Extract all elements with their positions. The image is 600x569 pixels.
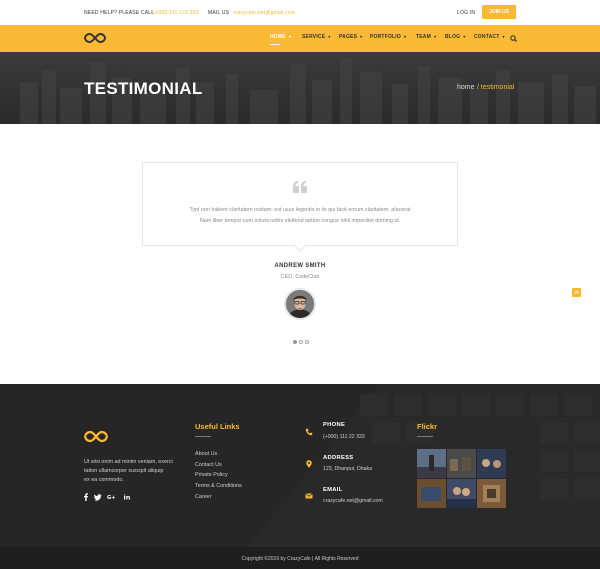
- nav-team[interactable]: TEAM ▾: [416, 34, 436, 40]
- nav-service[interactable]: SERVICE ▾: [302, 34, 330, 40]
- scroll-to-top-button[interactable]: [572, 288, 581, 297]
- nav-home[interactable]: HOME ▾: [270, 34, 291, 40]
- avatar: [284, 288, 316, 320]
- flickr-photo[interactable]: [417, 479, 446, 508]
- page-title: TESTIMONIAL: [84, 79, 203, 98]
- person-portrait-icon: [286, 290, 314, 318]
- chevron-down-icon: ▾: [288, 34, 292, 39]
- mail-label: MAIL US: [208, 10, 230, 16]
- nav-portfolio[interactable]: PORTFOLIO ▾: [370, 34, 406, 40]
- contact-address-title: ADDRESS: [323, 455, 354, 461]
- help-label: NEED HELP? PLEASE CALL: [84, 10, 155, 16]
- testimonial-card: [142, 162, 458, 246]
- google-plus-icon[interactable]: G+: [107, 493, 115, 501]
- chevron-down-icon: ▾: [360, 34, 363, 39]
- twitter-icon[interactable]: [94, 493, 102, 501]
- chevron-down-icon: ▾: [463, 34, 466, 39]
- flickr-gallery: [417, 449, 507, 509]
- phone-link[interactable]: (+000) 111 222 333: [152, 10, 199, 16]
- testimonial-quote-line-2: Nam liber tempor cum soluta nobis eleife…: [199, 218, 401, 224]
- footer-about-line-3: ex ea commodo.: [84, 477, 124, 483]
- chevron-down-icon: ▾: [433, 34, 437, 39]
- footer-about-line-2: tation ullamcorper suscipit aliquip: [84, 468, 164, 474]
- search-icon[interactable]: [510, 35, 517, 42]
- svg-text:G+: G+: [107, 495, 115, 501]
- contact-phone-value: (+000) 111 22 333: [323, 434, 365, 440]
- testimonial-author-role: CEO, CodeClub: [280, 274, 320, 280]
- flickr-photo[interactable]: [417, 449, 446, 478]
- useful-links-divider: [195, 436, 211, 437]
- footer-link-about-us[interactable]: About Us: [195, 451, 217, 457]
- flickr-photo[interactable]: [447, 479, 476, 508]
- phone-icon: [305, 428, 313, 436]
- flickr-heading: Flickr: [417, 422, 438, 431]
- footer-link-career[interactable]: Career: [195, 494, 211, 500]
- slider-dot-1[interactable]: [293, 340, 297, 344]
- map-pin-icon: [306, 460, 312, 468]
- top-info-bar: NEED HELP? PLEASE CALL (+000) 111 222 33…: [0, 0, 600, 25]
- nav-pages[interactable]: PAGES ▾: [339, 34, 362, 40]
- footer-about-line-1: Ut wisi enim ad minim veniam, exerci: [84, 459, 173, 465]
- contact-phone-title: PHONE: [323, 422, 346, 428]
- login-link[interactable]: LOG IN: [457, 10, 475, 16]
- chevron-down-icon: ▾: [328, 34, 331, 39]
- envelope-icon: [305, 493, 313, 499]
- footer-link-terms[interactable]: Terms & Conditions: [195, 483, 242, 489]
- testimonial-author-name: ANDREW SMITH: [274, 263, 326, 269]
- quote-icon: [293, 181, 307, 193]
- svg-text:in: in: [124, 494, 131, 502]
- contact-address-value: 123, Dhanpur, Dhaka: [323, 466, 373, 472]
- flickr-photo[interactable]: [447, 449, 476, 478]
- infinity-logo-icon[interactable]: [84, 32, 106, 44]
- linkedin-icon[interactable]: in: [123, 493, 131, 502]
- contact-email-title: EMAIL: [323, 487, 343, 493]
- useful-links-heading: Useful Links: [195, 422, 240, 431]
- flickr-photo[interactable]: [477, 479, 506, 508]
- contact-email-value: crazycafe.net@gmail.com: [323, 498, 383, 504]
- chevron-down-icon: ▾: [502, 34, 505, 39]
- flickr-photo[interactable]: [477, 449, 506, 478]
- breadcrumb-home-link[interactable]: home: [457, 84, 475, 91]
- active-nav-underline: [270, 44, 280, 45]
- slider-dot-3[interactable]: [305, 340, 309, 344]
- facebook-icon[interactable]: [82, 493, 90, 501]
- breadcrumb-current: / testimonial: [477, 84, 515, 91]
- flickr-divider: [417, 436, 433, 437]
- main-navbar: HOME ▾ SERVICE ▾ PAGES ▾ PORTFOLIO ▾ TEAM ▾ B…: [0, 25, 600, 52]
- nav-blog[interactable]: BLOG ▾: [445, 34, 465, 40]
- slider-dot-2[interactable]: [299, 340, 303, 344]
- email-link[interactable]: crazycafe.net@gmail.com: [233, 10, 295, 16]
- chevron-down-icon: ▾: [403, 34, 407, 39]
- testimonial-quote-line-1: Typi non habent claritatem insitam; est …: [189, 207, 411, 213]
- nav-contact[interactable]: CONTACT ▾: [474, 34, 505, 40]
- join-us-button[interactable]: JOIN US: [482, 5, 516, 19]
- footer-link-contact-us[interactable]: Contact Us: [195, 462, 222, 468]
- footer-link-private-policy[interactable]: Private Policy: [195, 472, 228, 478]
- copyright-text: Copyright ©2016 by CrazyCafe | All Right…: [241, 556, 359, 562]
- footer-infinity-logo-icon[interactable]: [84, 430, 108, 443]
